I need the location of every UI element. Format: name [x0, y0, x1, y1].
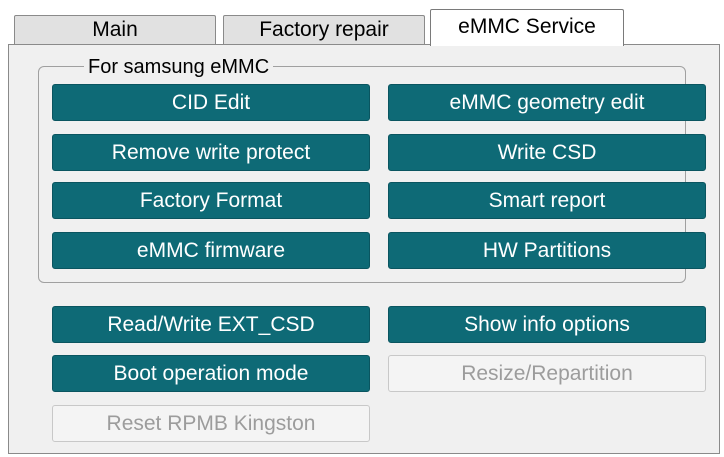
cid-edit-button[interactable]: CID Edit	[52, 84, 370, 121]
hw-partitions-button[interactable]: HW Partitions	[388, 232, 706, 269]
read-write-ext-csd-button[interactable]: Read/Write EXT_CSD	[52, 306, 370, 343]
group-title: For samsung eMMC	[84, 54, 274, 80]
remove-write-protect-button[interactable]: Remove write protect	[52, 134, 370, 171]
emmc-firmware-button[interactable]: eMMC firmware	[52, 232, 370, 269]
factory-format-button[interactable]: Factory Format	[52, 182, 370, 219]
emmc-geometry-edit-button[interactable]: eMMC geometry edit	[388, 84, 706, 121]
tab-main[interactable]: Main	[14, 15, 216, 44]
show-info-options-button[interactable]: Show info options	[388, 306, 706, 343]
resize-repartition-button[interactable]: Resize/Repartition	[388, 355, 706, 392]
tab-factory-repair[interactable]: Factory repair	[223, 15, 425, 44]
tab-emmc-service[interactable]: eMMC Service	[430, 9, 624, 46]
boot-operation-mode-button[interactable]: Boot operation mode	[52, 355, 370, 392]
write-csd-button[interactable]: Write CSD	[388, 134, 706, 171]
smart-report-button[interactable]: Smart report	[388, 182, 706, 219]
reset-rpmb-kingston-button[interactable]: Reset RPMB Kingston	[52, 405, 370, 442]
tab-bar: Main Factory repair eMMC Service	[0, 0, 724, 46]
